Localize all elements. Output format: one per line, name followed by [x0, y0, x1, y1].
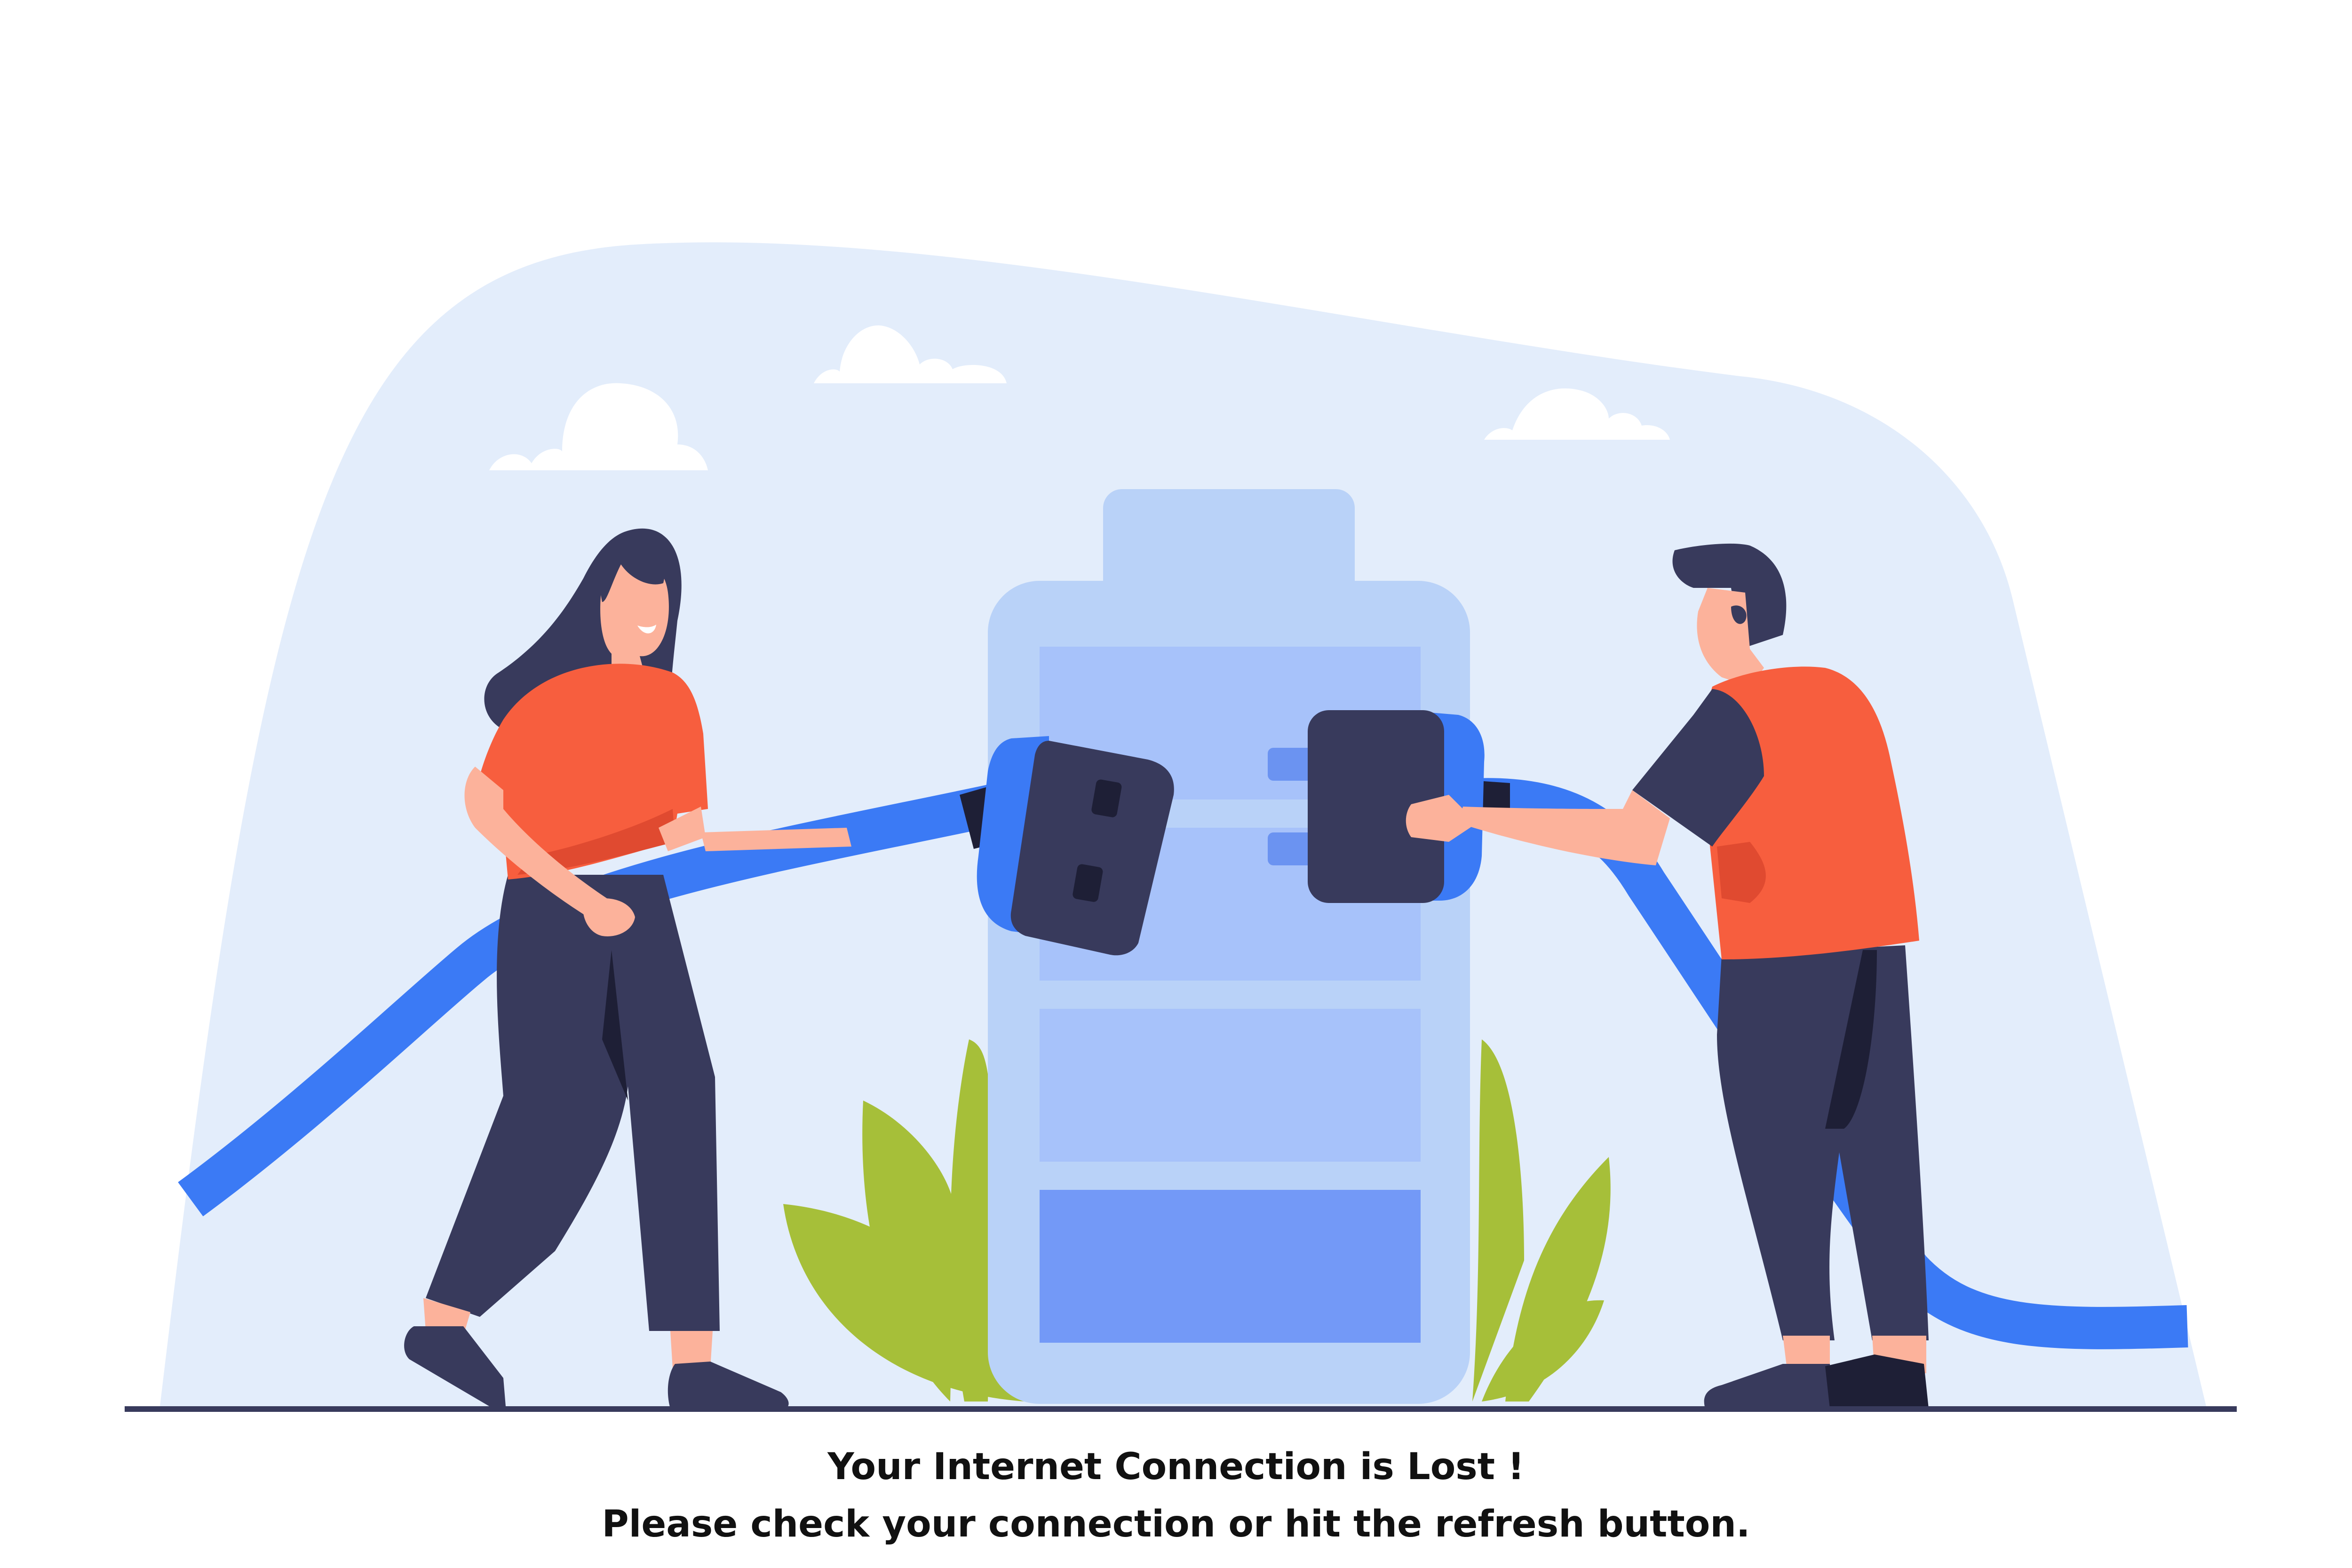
connection-message: Your Internet Connection is Lost ! Pleas… [0, 1438, 2352, 1568]
battery-icon [988, 489, 1470, 1404]
message-title: Your Internet Connection is Lost ! [827, 1446, 1525, 1488]
disconnected-illustration [125, 242, 2237, 1412]
ground-line [125, 1406, 2237, 1412]
message-body: Please check your connection or hit the … [602, 1503, 1750, 1545]
connection-lost-page: Your Internet Connection is Lost ! Pleas… [0, 0, 2352, 1568]
